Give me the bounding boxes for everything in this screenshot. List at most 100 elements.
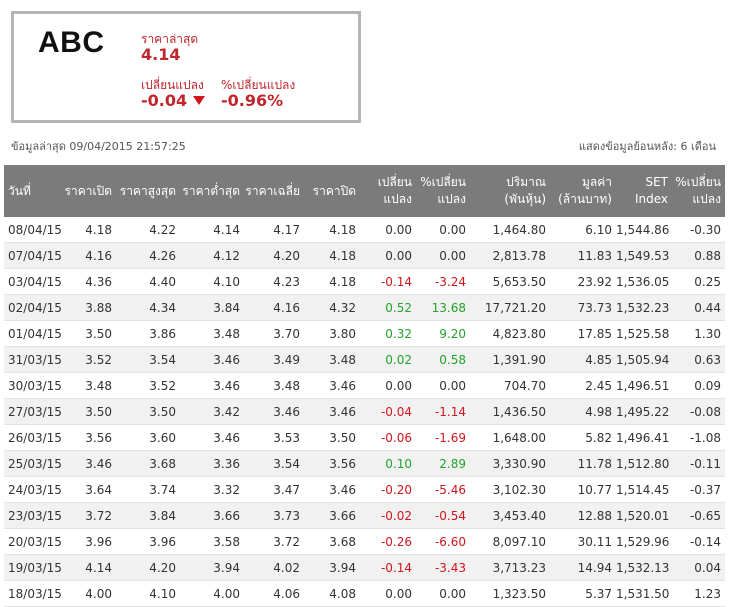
table-row: 27/03/15 3.50 3.50 3.42 3.46 3.46 -0.04 -1.14 1,… — [4, 398, 725, 425]
cell-set-index: 1,529.96 — [616, 528, 672, 555]
cell-average: 4.23 — [244, 268, 304, 295]
cell-pct-change: -1.14 — [416, 398, 470, 425]
cell-date: 24/03/15 — [4, 476, 62, 503]
cell-low: 3.46 — [180, 346, 244, 373]
column-header-line: วันที่ — [8, 183, 31, 198]
column-header-pct-change: %เปลี่ยน แปลง — [416, 165, 470, 217]
cell-set-pct-change: 0.88 — [672, 242, 725, 269]
cell-set-pct-change: 0.09 — [672, 372, 725, 399]
cell-close: 3.94 — [304, 554, 360, 581]
cell-pct-change: -5.46 — [416, 476, 470, 503]
cell-low: 3.32 — [180, 476, 244, 503]
cell-date: 25/03/15 — [4, 450, 62, 477]
cell-high: 3.50 — [116, 398, 180, 425]
history-range-text: แสดงข้อมูลย้อนหลัง: 6 เดือน — [578, 140, 716, 153]
cell-high: 4.40 — [116, 268, 180, 295]
column-header-change: เปลี่ยน แปลง — [360, 165, 416, 217]
column-header-low: ราคาต่ำสุด — [180, 165, 244, 217]
cell-change: -0.02 — [360, 502, 416, 529]
cell-value: 11.83 — [550, 242, 616, 269]
table-row: 19/03/15 4.14 4.20 3.94 4.02 3.94 -0.14 -3.43 3,… — [4, 554, 725, 581]
cell-open: 3.88 — [58, 294, 116, 321]
cell-set-index: 1,514.45 — [616, 476, 672, 503]
cell-set-index: 1,544.86 — [616, 217, 672, 243]
cell-low: 3.46 — [180, 424, 244, 451]
cell-pct-change: 0.00 — [416, 372, 470, 399]
cell-close: 4.32 — [304, 294, 360, 321]
cell-close: 3.68 — [304, 528, 360, 555]
cell-average: 3.49 — [244, 346, 304, 373]
column-header-line: %เปลี่ยน — [420, 175, 466, 189]
cell-close: 4.18 — [304, 217, 360, 243]
column-header-date: วันที่ — [4, 165, 58, 217]
cell-volume: 3,330.90 — [470, 450, 550, 477]
cell-high: 3.60 — [116, 424, 180, 451]
cell-average: 4.16 — [244, 294, 304, 321]
cell-average: 3.54 — [244, 450, 304, 477]
cell-volume: 3,102.30 — [470, 476, 550, 503]
column-header-line: มูลค่า — [581, 175, 612, 189]
pct-change-value: -0.96% — [221, 91, 284, 110]
column-header-line: แปลง — [383, 192, 412, 206]
cell-average: 3.46 — [244, 398, 304, 425]
cell-value: 2.45 — [550, 372, 616, 399]
column-header-volume: ปริมาณ (พันหุ้น) — [470, 165, 550, 217]
cell-value: 10.77 — [550, 476, 616, 503]
column-header-open: ราคาเปิด — [58, 165, 116, 217]
cell-low: 3.66 — [180, 502, 244, 529]
cell-change: 0.00 — [360, 372, 416, 399]
column-header-line: (พันหุ้น) — [504, 192, 546, 206]
cell-set-pct-change: -0.08 — [672, 398, 725, 425]
cell-date: 19/03/15 — [4, 554, 62, 581]
cell-set-pct-change: -0.11 — [672, 450, 725, 477]
cell-volume: 4,823.80 — [470, 320, 550, 347]
cell-set-index: 1,549.53 — [616, 242, 672, 269]
cell-date: 18/03/15 — [4, 580, 62, 607]
cell-close: 3.46 — [304, 372, 360, 399]
cell-date: 23/03/15 — [4, 502, 62, 529]
table-row: 18/03/15 4.00 4.10 4.00 4.06 4.08 0.00 0.00 1,32… — [4, 580, 725, 607]
cell-close: 3.50 — [304, 424, 360, 451]
cell-open: 3.64 — [58, 476, 116, 503]
cell-open: 3.52 — [58, 346, 116, 373]
cell-close: 3.46 — [304, 398, 360, 425]
cell-average: 4.06 — [244, 580, 304, 607]
table-row: 30/03/15 3.48 3.52 3.46 3.48 3.46 0.00 0.00 704.… — [4, 372, 725, 399]
cell-high: 4.22 — [116, 217, 180, 243]
table-row: 03/04/15 4.36 4.40 4.10 4.23 4.18 -0.14 -3.24 5,… — [4, 268, 725, 295]
table-header-row: วันที่ ราคาเปิด ราคาสูงสุด ราคาต่ำสุด ราคาเฉ… — [4, 165, 725, 217]
table-row: 02/04/15 3.88 4.34 3.84 4.16 4.32 0.52 13.68 17,… — [4, 294, 725, 321]
cell-value: 12.88 — [550, 502, 616, 529]
cell-volume: 704.70 — [470, 372, 550, 399]
column-header-line: ราคาเฉลี่ย — [245, 183, 300, 198]
column-header-set-index: SET Index — [616, 165, 672, 217]
cell-volume: 1,436.50 — [470, 398, 550, 425]
cell-open: 3.96 — [58, 528, 116, 555]
cell-pct-change: 0.58 — [416, 346, 470, 373]
cell-date: 02/04/15 — [4, 294, 62, 321]
column-header-line: (ล้านบาท) — [558, 192, 612, 206]
cell-volume: 1,323.50 — [470, 580, 550, 607]
cell-set-pct-change: -0.30 — [672, 217, 725, 243]
table-row: 23/03/15 3.72 3.84 3.66 3.73 3.66 -0.02 -0.54 3,… — [4, 502, 725, 529]
cell-set-pct-change: 1.30 — [672, 320, 725, 347]
cell-set-index: 1,505.94 — [616, 346, 672, 373]
cell-average: 3.70 — [244, 320, 304, 347]
cell-volume: 1,391.90 — [470, 346, 550, 373]
cell-volume: 3,713.23 — [470, 554, 550, 581]
column-header-line: ราคาต่ำสุด — [182, 183, 240, 198]
cell-average: 3.73 — [244, 502, 304, 529]
cell-high: 3.86 — [116, 320, 180, 347]
cell-average: 3.72 — [244, 528, 304, 555]
cell-low: 3.36 — [180, 450, 244, 477]
cell-average: 3.48 — [244, 372, 304, 399]
triangle-down-icon — [193, 96, 206, 105]
table-row: 08/04/15 4.18 4.22 4.14 4.17 4.18 0.00 0.00 1,46… — [4, 217, 725, 243]
cell-value: 14.94 — [550, 554, 616, 581]
cell-value: 4.98 — [550, 398, 616, 425]
cell-close: 3.80 — [304, 320, 360, 347]
cell-open: 3.72 — [58, 502, 116, 529]
table-row: 31/03/15 3.52 3.54 3.46 3.49 3.48 0.02 0.58 1,39… — [4, 346, 725, 373]
cell-volume: 5,653.50 — [470, 268, 550, 295]
cell-volume: 1,464.80 — [470, 217, 550, 243]
